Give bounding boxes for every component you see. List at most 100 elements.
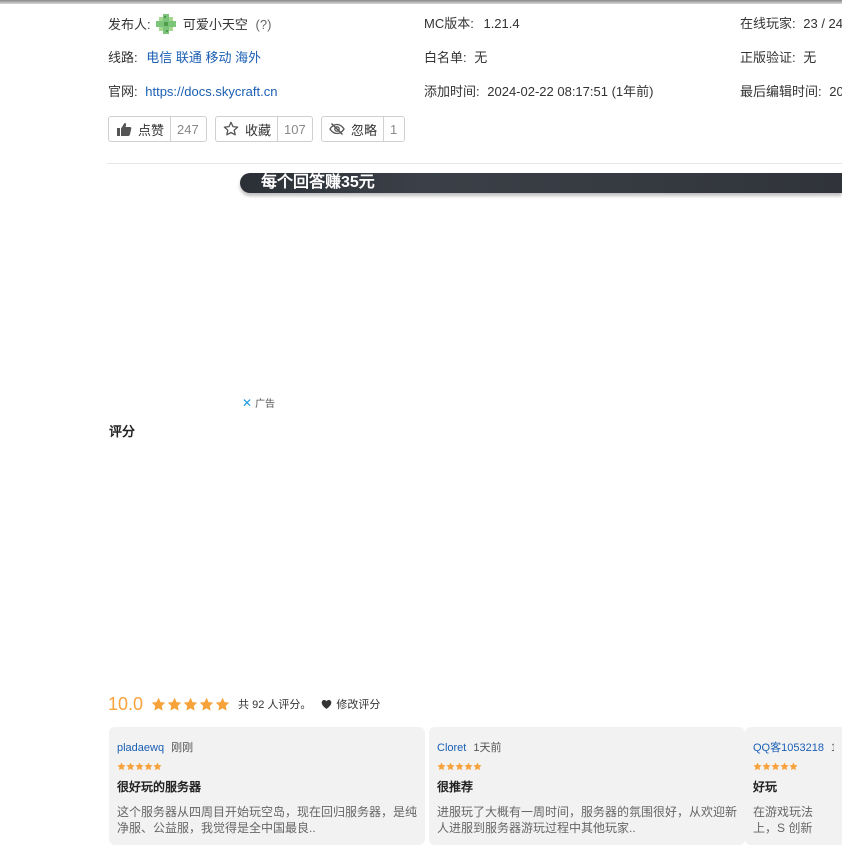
eye-slash-icon xyxy=(329,121,345,137)
publisher-name[interactable]: 可爱小天空 xyxy=(183,17,248,32)
mc-version-cell: MC版本: 1.21.4 xyxy=(424,14,520,34)
genuine-cell: 正版验证: 无 xyxy=(740,48,816,68)
review-title: 好玩 xyxy=(753,780,778,794)
publisher-label: 发布人: xyxy=(108,17,151,32)
publisher-cell: 发布人: 可爱小天空 (?) xyxy=(108,14,271,35)
heart-icon xyxy=(322,699,332,709)
thumbs-up-icon xyxy=(116,121,132,137)
added-time-label: 添加时间: xyxy=(424,84,480,99)
review-body: 进服玩了大概有一周时间，服务器的氛围很好，从欢迎新人进服到服务器游玩过程中其他玩… xyxy=(437,805,738,835)
website-label: 官网: xyxy=(108,84,138,99)
star-outline-icon xyxy=(223,121,239,137)
edit-rating-button[interactable]: 修改评分 xyxy=(321,696,380,712)
online-players-cell: 在线玩家: 23 / 24 xyxy=(740,14,842,34)
review-time: 1天前 xyxy=(473,742,502,754)
genuine-value: 无 xyxy=(803,50,817,65)
review-stars xyxy=(437,762,737,772)
favorite-button[interactable]: 收藏 107 xyxy=(215,116,313,142)
star-icon xyxy=(126,762,135,771)
ignore-label: 忽略 xyxy=(351,122,378,138)
review-card[interactable]: pladaewq 刚刚 很好玩的服务器 这个服务器从四周目开始玩空岛，现在回归服务… xyxy=(109,727,425,845)
review-card[interactable]: Cloret 1天前 很推荐 进服玩了大概有一周时间，服务器的氛围很好，从欢迎新人… xyxy=(429,727,745,845)
ad-banner[interactable]: 每个回答赚35元 xyxy=(240,173,842,193)
added-time-value: 2024-02-22 08:17:51 (1年前) xyxy=(487,84,654,99)
review-user[interactable]: pladaewq xyxy=(117,742,164,754)
publisher-help[interactable]: (?) xyxy=(256,17,272,32)
rating-stars xyxy=(151,697,230,712)
whitelist-value: 无 xyxy=(474,50,488,65)
star-icon xyxy=(151,697,166,711)
close-icon[interactable]: ✕ xyxy=(242,396,252,410)
line-mobile-link[interactable]: 移动 xyxy=(206,50,232,65)
star-icon xyxy=(789,762,798,771)
star-icon xyxy=(199,697,214,711)
rating-section-title: 评分 xyxy=(109,424,136,439)
line-telecom-link[interactable]: 电信 xyxy=(146,50,172,65)
favorite-count: 107 xyxy=(284,121,306,137)
review-stars xyxy=(753,762,834,772)
genuine-label: 正版验证: xyxy=(740,50,796,65)
mc-version-value: 1.21.4 xyxy=(483,16,520,31)
star-icon xyxy=(153,762,162,771)
edit-rating-label: 修改评分 xyxy=(336,699,381,711)
rating-summary: 10.0 共 92 人评分。 修改评分 xyxy=(108,692,380,716)
review-user[interactable]: Cloret xyxy=(437,742,466,754)
lines-cell: 线路: 电信 联通 移动 海外 xyxy=(108,48,261,68)
star-icon xyxy=(780,762,789,771)
top-border xyxy=(0,0,842,4)
star-icon xyxy=(183,697,198,711)
star-icon xyxy=(771,762,780,771)
section-divider xyxy=(107,163,842,164)
star-icon xyxy=(455,762,464,771)
online-players-label: 在线玩家: xyxy=(740,16,796,31)
website-link[interactable]: https://docs.skycraft.cn xyxy=(145,84,277,99)
star-icon xyxy=(167,697,182,711)
mc-version-label: MC版本: xyxy=(424,16,474,31)
lines-label: 线路: xyxy=(108,50,138,65)
publisher-avatar-icon[interactable] xyxy=(156,14,177,34)
star-icon xyxy=(473,762,482,771)
review-user[interactable]: QQ客1053218 xyxy=(753,742,824,754)
rating-total: 共 92 人评分。 xyxy=(238,699,312,711)
star-icon xyxy=(117,762,126,771)
star-icon xyxy=(144,762,153,771)
whitelist-cell: 白名单: 无 xyxy=(424,48,487,68)
online-players-value: 23 / 24 xyxy=(803,16,842,31)
review-title: 很好玩的服务器 xyxy=(117,780,202,794)
star-icon xyxy=(753,762,762,771)
review-time: 1天 xyxy=(831,742,834,754)
ignore-button[interactable]: 忽略 1 xyxy=(321,116,405,142)
review-title: 很推荐 xyxy=(437,780,474,794)
review-stars xyxy=(117,762,417,772)
info-row-2: 线路: 电信 联通 移动 海外 白名单: 无 正版验证: 无 xyxy=(0,48,842,68)
ignore-count: 1 xyxy=(390,121,398,137)
review-card[interactable]: QQ客1053218 1天 好玩 在游戏玩法上，S 创新性。其基于 xyxy=(745,727,842,845)
star-icon xyxy=(135,762,144,771)
like-label: 点赞 xyxy=(138,122,165,138)
line-unicom-link[interactable]: 联通 xyxy=(176,50,202,65)
review-body: 在游戏玩法上，S 创新性。其基于 xyxy=(753,805,814,835)
review-time: 刚刚 xyxy=(171,742,194,754)
edited-time-label: 最后编辑时间: xyxy=(740,84,822,99)
rating-score: 10.0 xyxy=(108,693,144,714)
ad-close-control[interactable]: ✕ 广告 xyxy=(242,395,275,410)
star-icon xyxy=(446,762,455,771)
info-row-1: 发布人: 可爱小天空 (?) MC版本: 1.21.4 在线玩家: 23 / 2… xyxy=(0,14,842,34)
favorite-label: 收藏 xyxy=(245,122,272,138)
added-time-cell: 添加时间: 2024-02-22 08:17:51 (1年前) xyxy=(424,82,653,102)
whitelist-label: 白名单: xyxy=(424,50,467,65)
website-cell: 官网: https://docs.skycraft.cn xyxy=(108,82,277,102)
like-count: 247 xyxy=(177,121,199,137)
edited-time-value: 202 xyxy=(829,84,842,99)
ad-banner-text: 每个回答赚35元 xyxy=(261,174,375,191)
star-icon xyxy=(464,762,473,771)
like-button[interactable]: 点赞 247 xyxy=(108,116,207,142)
line-overseas-link[interactable]: 海外 xyxy=(235,50,261,65)
edited-time-cell: 最后编辑时间: 202 xyxy=(740,82,842,102)
star-icon xyxy=(437,762,446,771)
ad-label: 广告 xyxy=(255,399,276,410)
info-row-3: 官网: https://docs.skycraft.cn 添加时间: 2024-… xyxy=(0,82,842,102)
star-icon xyxy=(215,697,230,711)
review-body: 这个服务器从四周目开始玩空岛，现在回归服务器，是纯净服、公益服，我觉得是全中国最… xyxy=(117,805,418,835)
star-icon xyxy=(762,762,771,771)
